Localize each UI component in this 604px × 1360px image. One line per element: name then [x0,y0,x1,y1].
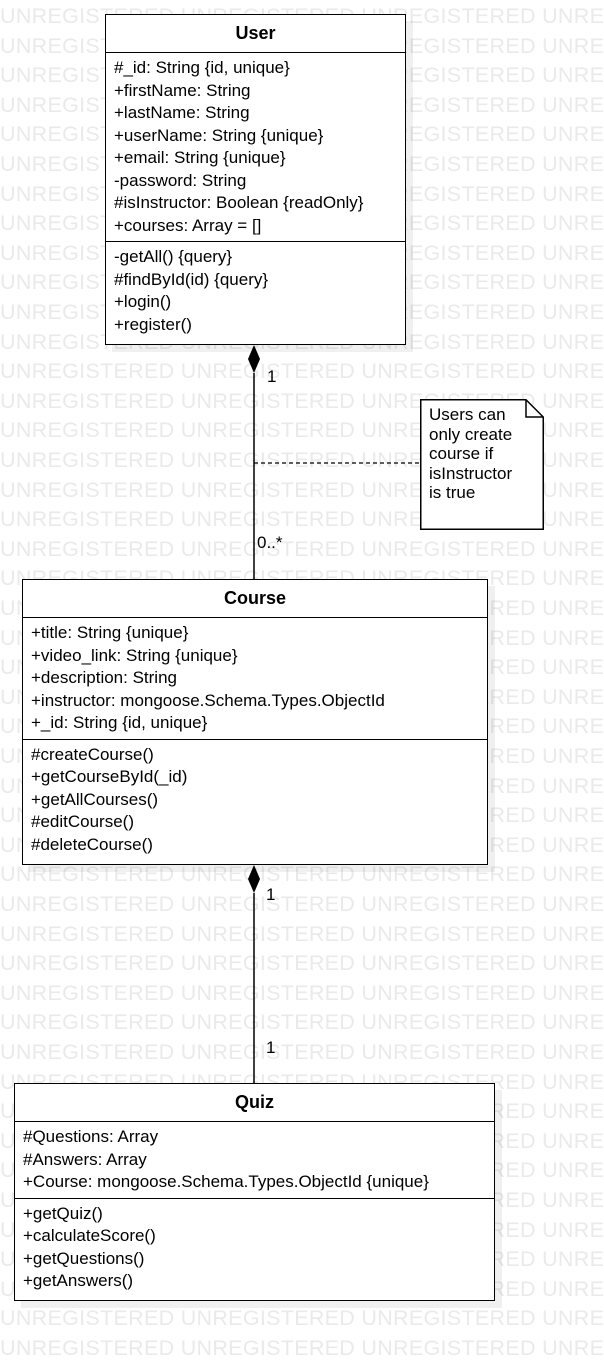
user-attribute: -password: String [114,170,247,190]
course-operation: #deleteCourse() [31,834,153,854]
user-course-source-multiplicity: 1 [267,367,277,386]
user-operation: +login() [114,292,172,311]
quiz-class[interactable]: Quiz #Questions: Array #Answers: Array +Co… [14,1083,495,1301]
course-attribute: +video_link: String {unique} [31,645,238,665]
user-attribute: +lastName: String [114,103,250,122]
user-operations-section: -getAll() {query} #findById(id) {query} +l… [106,241,405,340]
user-attributes-section: #_id: String {id, unique} +firstName: Str… [106,53,405,241]
course-quiz-target-multiplicity: 1 [266,1038,276,1057]
course-operation: +getAllCourses() [31,789,159,809]
user-course-target-multiplicity: 0..* [257,533,283,552]
quiz-attribute: #Answers: Array [23,1149,147,1169]
course-operations-section: #createCourse() +getCourseById(_id) +getAl… [23,738,487,861]
course-attributes-section: +title: String {unique} +video_link: Stri… [23,618,487,739]
user-composition-diamond-icon [248,345,260,373]
quiz-operation: +calculateScore() [23,1226,156,1245]
user-attribute: +userName: String {unique} [114,125,324,145]
quiz-operation: +getQuestions() [23,1248,145,1268]
user-attribute: #_id: String {id, unique} [114,58,290,77]
quiz-attribute: +Course: mongoose.Schema.Types.ObjectId … [23,1172,429,1191]
quiz-operations-section: +getQuiz() +calculateScore() +getQuestions… [15,1197,494,1297]
user-class-name: User [106,15,405,53]
course-quiz-source-multiplicity: 1 [266,885,276,904]
course-attribute: +_id: String {id, unique} [31,713,208,732]
quiz-operation: +getAnswers() [23,1271,134,1290]
course-attribute: +description: String [31,668,177,687]
user-attribute: +email: String {unique} [114,148,286,167]
user-class[interactable]: User #_id: String {id, unique} +firstName… [105,14,406,345]
quiz-attribute: #Questions: Array [23,1127,159,1146]
course-class-name: Course [23,580,487,618]
quiz-operation: +getQuiz() [23,1203,103,1223]
quiz-attributes-section: #Questions: Array #Answers: Array +Course:… [15,1122,494,1198]
course-attribute: +instructor: mongoose.Schema.Types.Objec… [31,690,385,710]
user-attribute: +courses: Array = [] [114,215,262,235]
user-attribute: +firstName: String [114,80,251,100]
user-operation: #findById(id) {query} [114,269,269,289]
course-operation: +getCourseById(_id) [31,767,188,786]
note-text: Users can only create course if isInstru… [429,405,513,502]
quiz-class-name: Quiz [15,1084,494,1122]
user-attribute: #isInstructor: Boolean {readOnly} [114,193,364,212]
instructor-note[interactable]: Users can only create course if isInstru… [420,399,544,530]
course-attribute: +title: String {unique} [31,623,189,642]
user-operation: +register() [114,314,192,334]
user-operation: -getAll() {query} [114,247,233,266]
course-class[interactable]: Course +title: String {unique} +video_lin… [22,579,488,865]
course-composition-diamond-icon [248,865,260,893]
course-operation: #editCourse() [31,812,134,831]
course-operation: #createCourse() [31,744,154,764]
